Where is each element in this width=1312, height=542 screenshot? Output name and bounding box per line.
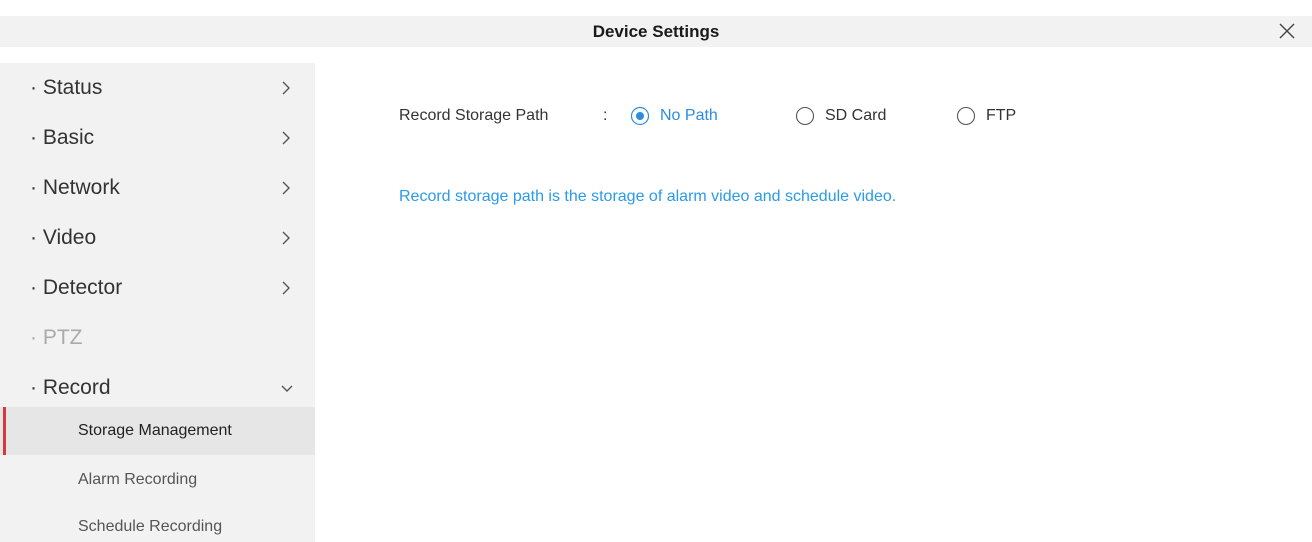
submenu-item-label: Schedule Recording — [78, 518, 223, 535]
chevron-down-icon — [281, 385, 293, 392]
radio-checked-icon — [630, 106, 650, 126]
submenu-item-storage-management[interactable]: Storage Management — [0, 407, 315, 455]
radio-label: SD Card — [825, 107, 887, 124]
sidebar-item-label: · PTZ — [30, 326, 83, 349]
field-colon: : — [603, 107, 608, 124]
submenu-item-alarm-recording[interactable]: Alarm Recording — [0, 456, 315, 504]
radio-sd-card[interactable]: SD Card — [795, 105, 915, 127]
radio-ftp[interactable]: FTP — [956, 105, 1036, 127]
device-settings-window: Device Settings · Status · Basic · Netwo… — [0, 0, 1312, 542]
sidebar-item-ptz: · PTZ — [0, 313, 315, 363]
chevron-right-icon — [282, 281, 290, 295]
storage-path-info-text: Record storage path is the storage of al… — [399, 188, 897, 205]
sidebar: · Status · Basic · Network · Video · Det… — [0, 63, 315, 542]
close-icon — [1279, 23, 1295, 39]
sidebar-item-basic[interactable]: · Basic — [0, 113, 315, 163]
radio-label: No Path — [660, 107, 718, 124]
sidebar-item-label: · Status — [30, 76, 103, 99]
submenu-item-label: Storage Management — [78, 422, 232, 439]
chevron-right-icon — [282, 81, 290, 95]
radio-no-path[interactable]: No Path — [630, 105, 750, 127]
chevron-right-icon — [282, 231, 290, 245]
window-title: Device Settings — [592, 22, 720, 41]
sidebar-item-label: · Video — [30, 226, 97, 249]
sidebar-item-label: · Basic — [30, 126, 95, 149]
sidebar-item-label: · Record — [30, 376, 111, 399]
sidebar-item-label: · Detector — [30, 276, 123, 299]
sidebar-item-detector[interactable]: · Detector — [0, 263, 315, 313]
radio-unchecked-icon — [956, 106, 976, 126]
title-bar: Device Settings — [0, 0, 1312, 63]
sidebar-item-record[interactable]: · Record — [0, 363, 315, 413]
sidebar-item-network[interactable]: · Network — [0, 163, 315, 213]
submenu-item-label: Alarm Recording — [78, 471, 198, 488]
sidebar-item-video[interactable]: · Video — [0, 213, 315, 263]
chevron-right-icon — [282, 181, 290, 195]
submenu-item-schedule-recording[interactable]: Schedule Recording — [0, 503, 315, 542]
storage-management-panel: Record Storage Path : No Path SD Card FT… — [315, 63, 1312, 542]
chevron-right-icon — [282, 131, 290, 145]
close-button[interactable] — [1276, 16, 1298, 47]
record-storage-path-label: Record Storage Path — [399, 107, 549, 124]
radio-unchecked-icon — [795, 106, 815, 126]
radio-label: FTP — [986, 107, 1017, 124]
sidebar-item-status[interactable]: · Status — [0, 63, 315, 113]
sidebar-item-label: · Network — [30, 176, 120, 199]
